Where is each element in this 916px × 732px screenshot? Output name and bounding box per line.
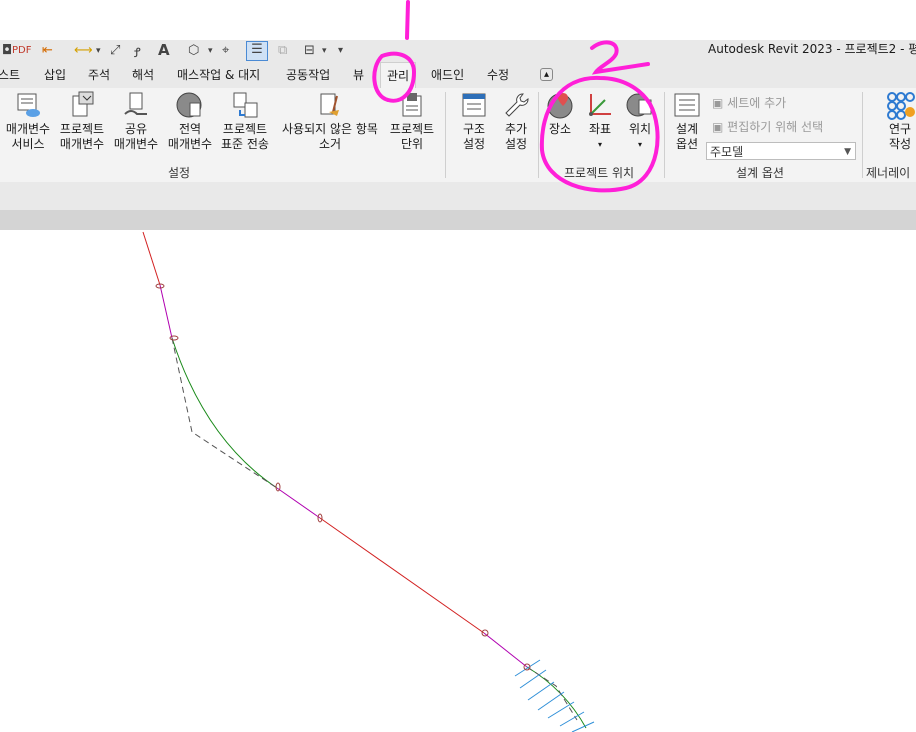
annotation-mark-1 xyxy=(405,0,410,40)
annotation-overlay xyxy=(372,0,660,193)
annotation-mark-2 xyxy=(590,40,650,75)
annotation-circle-manage-tab xyxy=(372,51,417,103)
annotation-circle-project-location xyxy=(539,75,660,193)
